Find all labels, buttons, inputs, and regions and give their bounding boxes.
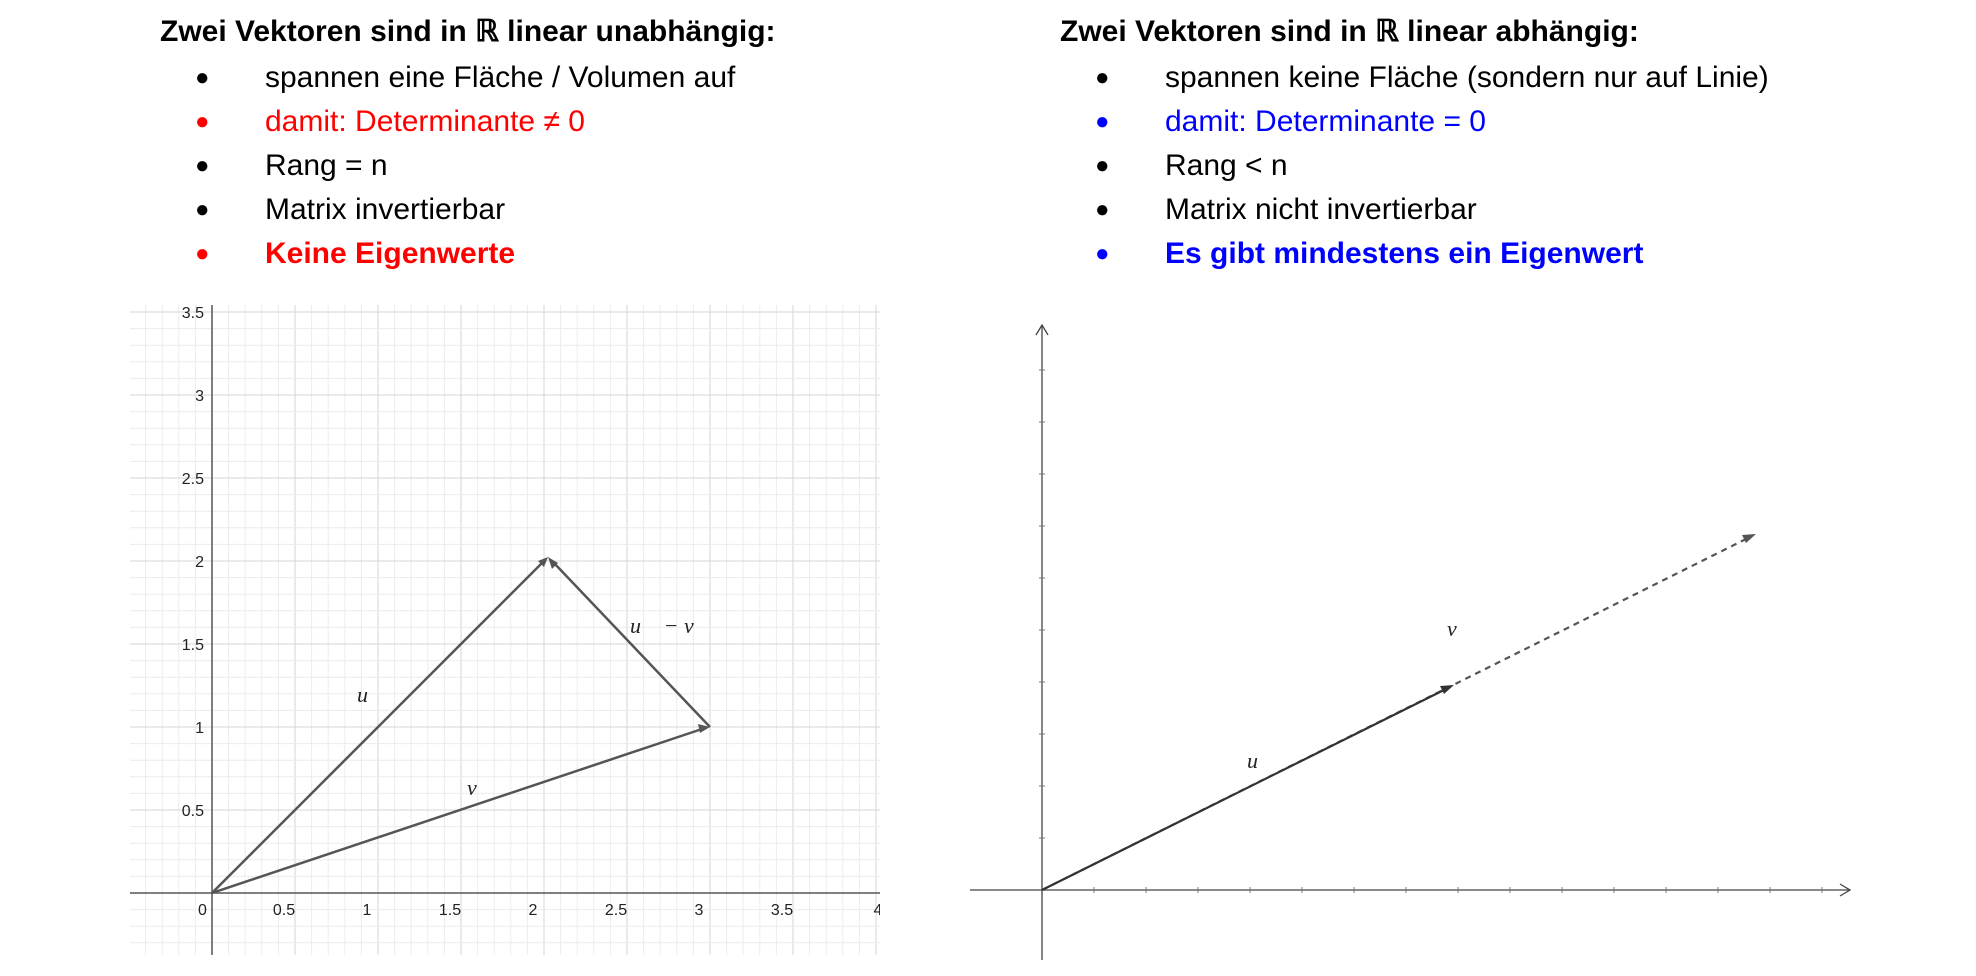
left-bullet-text: damit: Determinante ≠ 0 (265, 105, 585, 138)
y-tick-label: 3 (195, 388, 204, 405)
x-tick-label: 1 (363, 902, 372, 919)
left-bullet-text: spannen eine Fläche / Volumen auf (265, 61, 736, 94)
right-vector-plot: u⃗ v⃗ (970, 323, 1852, 960)
left-bullet-item: ● Matrix invertierbar (160, 188, 1020, 232)
bullet-icon: ● (1095, 152, 1110, 179)
y-tick-label: 2 (195, 554, 204, 571)
y-tick-label: 0.5 (182, 803, 204, 820)
bullet-icon: ● (195, 64, 210, 91)
bullet-icon: ● (1095, 64, 1110, 91)
y-tick-label: 1 (195, 720, 204, 737)
x-tick-label: 1.5 (439, 902, 461, 919)
right-axes (970, 323, 1852, 960)
x-tick-label: 0.5 (273, 902, 295, 919)
right-bullet-item: ● damit: Determinante = 0 (1060, 100, 1960, 144)
right-vectors: u⃗ v⃗ (1041, 534, 1756, 891)
vector-v-arrowhead (1742, 534, 1756, 543)
bullet-icon: ● (1095, 196, 1110, 223)
vector-u-label: u⃗ (1247, 748, 1275, 773)
x-tick-label: 2 (529, 902, 538, 919)
vector-u-arrowhead (1440, 685, 1454, 694)
left-bullet-item: ● spannen eine Fläche / Volumen auf (160, 56, 1020, 100)
right-bullet-text: Matrix nicht invertierbar (1165, 193, 1477, 226)
left-bullet-text: Keine Eigenwerte (265, 237, 516, 270)
right-bullet-text: Es gibt mindestens ein Eigenwert (1165, 237, 1644, 270)
vector-u-minus-v-label: u⃗ − v⃗ (630, 613, 711, 638)
left-bullet-text: Matrix invertierbar (265, 193, 506, 226)
y-tick-label: 2.5 (182, 471, 204, 488)
vector-u-line (1041, 687, 1449, 891)
left-axes (130, 305, 880, 955)
right-heading: Zwei Vektoren sind in ℝ linear abhängig: (1060, 15, 1639, 48)
right-bullet-item: ● Matrix nicht invertierbar (1060, 188, 1960, 232)
x-tick-label: 3.5 (771, 902, 793, 919)
left-bullet-item: ● damit: Determinante ≠ 0 (160, 100, 1020, 144)
bullet-icon: ● (195, 240, 210, 267)
left-vector-plot: 0 0.5 1 1.5 2 2.5 3 3.5 4 0.5 1 1.5 2 2.… (130, 305, 880, 955)
right-axis-ticks (1039, 369, 1823, 893)
vector-u-label: u⃗ (357, 682, 385, 707)
x-tick-label: 2.5 (605, 902, 627, 919)
right-bullet-text: spannen keine Fläche (sondern nur auf Li… (1165, 61, 1769, 94)
left-column: Zwei Vektoren sind in ℝ linear unabhängi… (160, 14, 1020, 276)
right-bullet-list: ● spannen keine Fläche (sondern nur auf L… (1060, 56, 1960, 276)
bullet-icon: ● (195, 108, 210, 135)
vector-v-label: v⃗ (467, 775, 494, 800)
left-bullet-list: ● spannen eine Fläche / Volumen auf ● dami… (160, 56, 1020, 276)
right-bullet-item: ● Es gibt mindestens ein Eigenwert (1060, 232, 1960, 276)
bullet-icon: ● (195, 152, 210, 179)
right-bullet-item: ● Rang < n (1060, 144, 1960, 188)
bullet-icon: ● (1095, 240, 1110, 267)
vector-v-label: v⃗ (1447, 616, 1474, 641)
right-bullet-text: Rang < n (1165, 149, 1288, 182)
left-bullet-item: ● Rang = n (160, 144, 1020, 188)
vector-v-arrow (211, 727, 703, 895)
y-tick-label: 3.5 (182, 305, 204, 322)
right-bullet-item: ● spannen keine Fläche (sondern nur auf L… (1060, 56, 1960, 100)
bullet-icon: ● (195, 196, 210, 223)
x-tick-label: 4 (874, 902, 880, 919)
left-bullet-text: Rang = n (265, 149, 388, 182)
left-grid (130, 305, 880, 955)
x-tick-label: 3 (695, 902, 704, 919)
right-bullet-text: damit: Determinante = 0 (1165, 105, 1486, 138)
origin-label: 0 (198, 902, 207, 919)
bullet-icon: ● (1095, 108, 1110, 135)
left-heading: Zwei Vektoren sind in ℝ linear unabhängi… (160, 15, 776, 48)
y-tick-label: 1.5 (182, 637, 204, 654)
right-column: Zwei Vektoren sind in ℝ linear abhängig:… (1060, 14, 1960, 276)
left-bullet-item: ● Keine Eigenwerte (160, 232, 1020, 276)
